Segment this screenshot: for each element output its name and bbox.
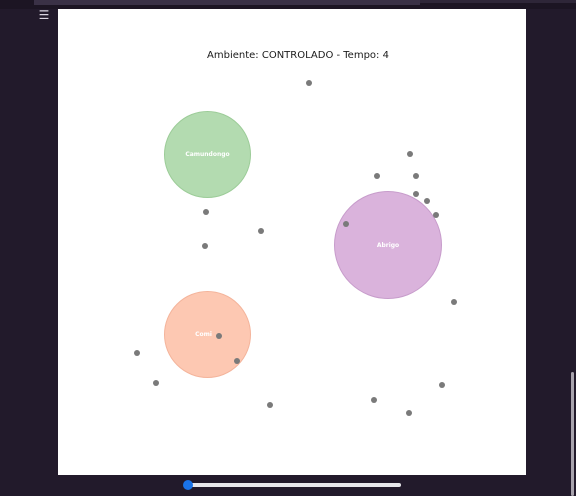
agent-dot <box>406 410 412 416</box>
vertical-scrollbar[interactable] <box>571 372 574 496</box>
zone-comida: Comi <box>164 291 251 378</box>
zone-label: Abrigo <box>376 241 400 249</box>
agent-dot <box>413 191 419 197</box>
agent-dot <box>371 397 377 403</box>
agent-dot <box>306 80 312 86</box>
time-slider-track[interactable] <box>187 483 401 487</box>
top-strip-right <box>420 0 576 3</box>
top-strip <box>34 0 420 5</box>
agent-dot <box>153 380 159 386</box>
zone-label: Comi <box>195 331 212 338</box>
agent-dot <box>343 221 349 227</box>
agent-dot <box>424 198 430 204</box>
agent-dot <box>234 358 240 364</box>
agent-dot <box>134 350 140 356</box>
agent-dot <box>413 173 419 179</box>
time-slider-thumb[interactable] <box>183 480 193 490</box>
zone-abrigo: Abrigo <box>334 191 442 299</box>
plot-title: Ambiente: CONTROLADO - Tempo: 4 <box>207 50 389 61</box>
agent-dot <box>267 402 273 408</box>
agent-dot <box>407 151 413 157</box>
agent-dot <box>451 299 457 305</box>
agent-dot <box>374 173 380 179</box>
simulation-canvas: Ambiente: CONTROLADO - Tempo: 4 Camundon… <box>58 9 526 475</box>
sliders-icon[interactable]: ☰ <box>36 8 52 22</box>
agent-dot <box>258 228 264 234</box>
agent-dot <box>202 243 208 249</box>
agent-dot <box>433 212 439 218</box>
agent-dot <box>216 333 222 339</box>
agent-dot <box>439 382 445 388</box>
agent-dot <box>203 209 209 215</box>
zone-label: Camundongo <box>185 151 230 158</box>
zone-camundongo: Camundongo <box>164 111 251 198</box>
